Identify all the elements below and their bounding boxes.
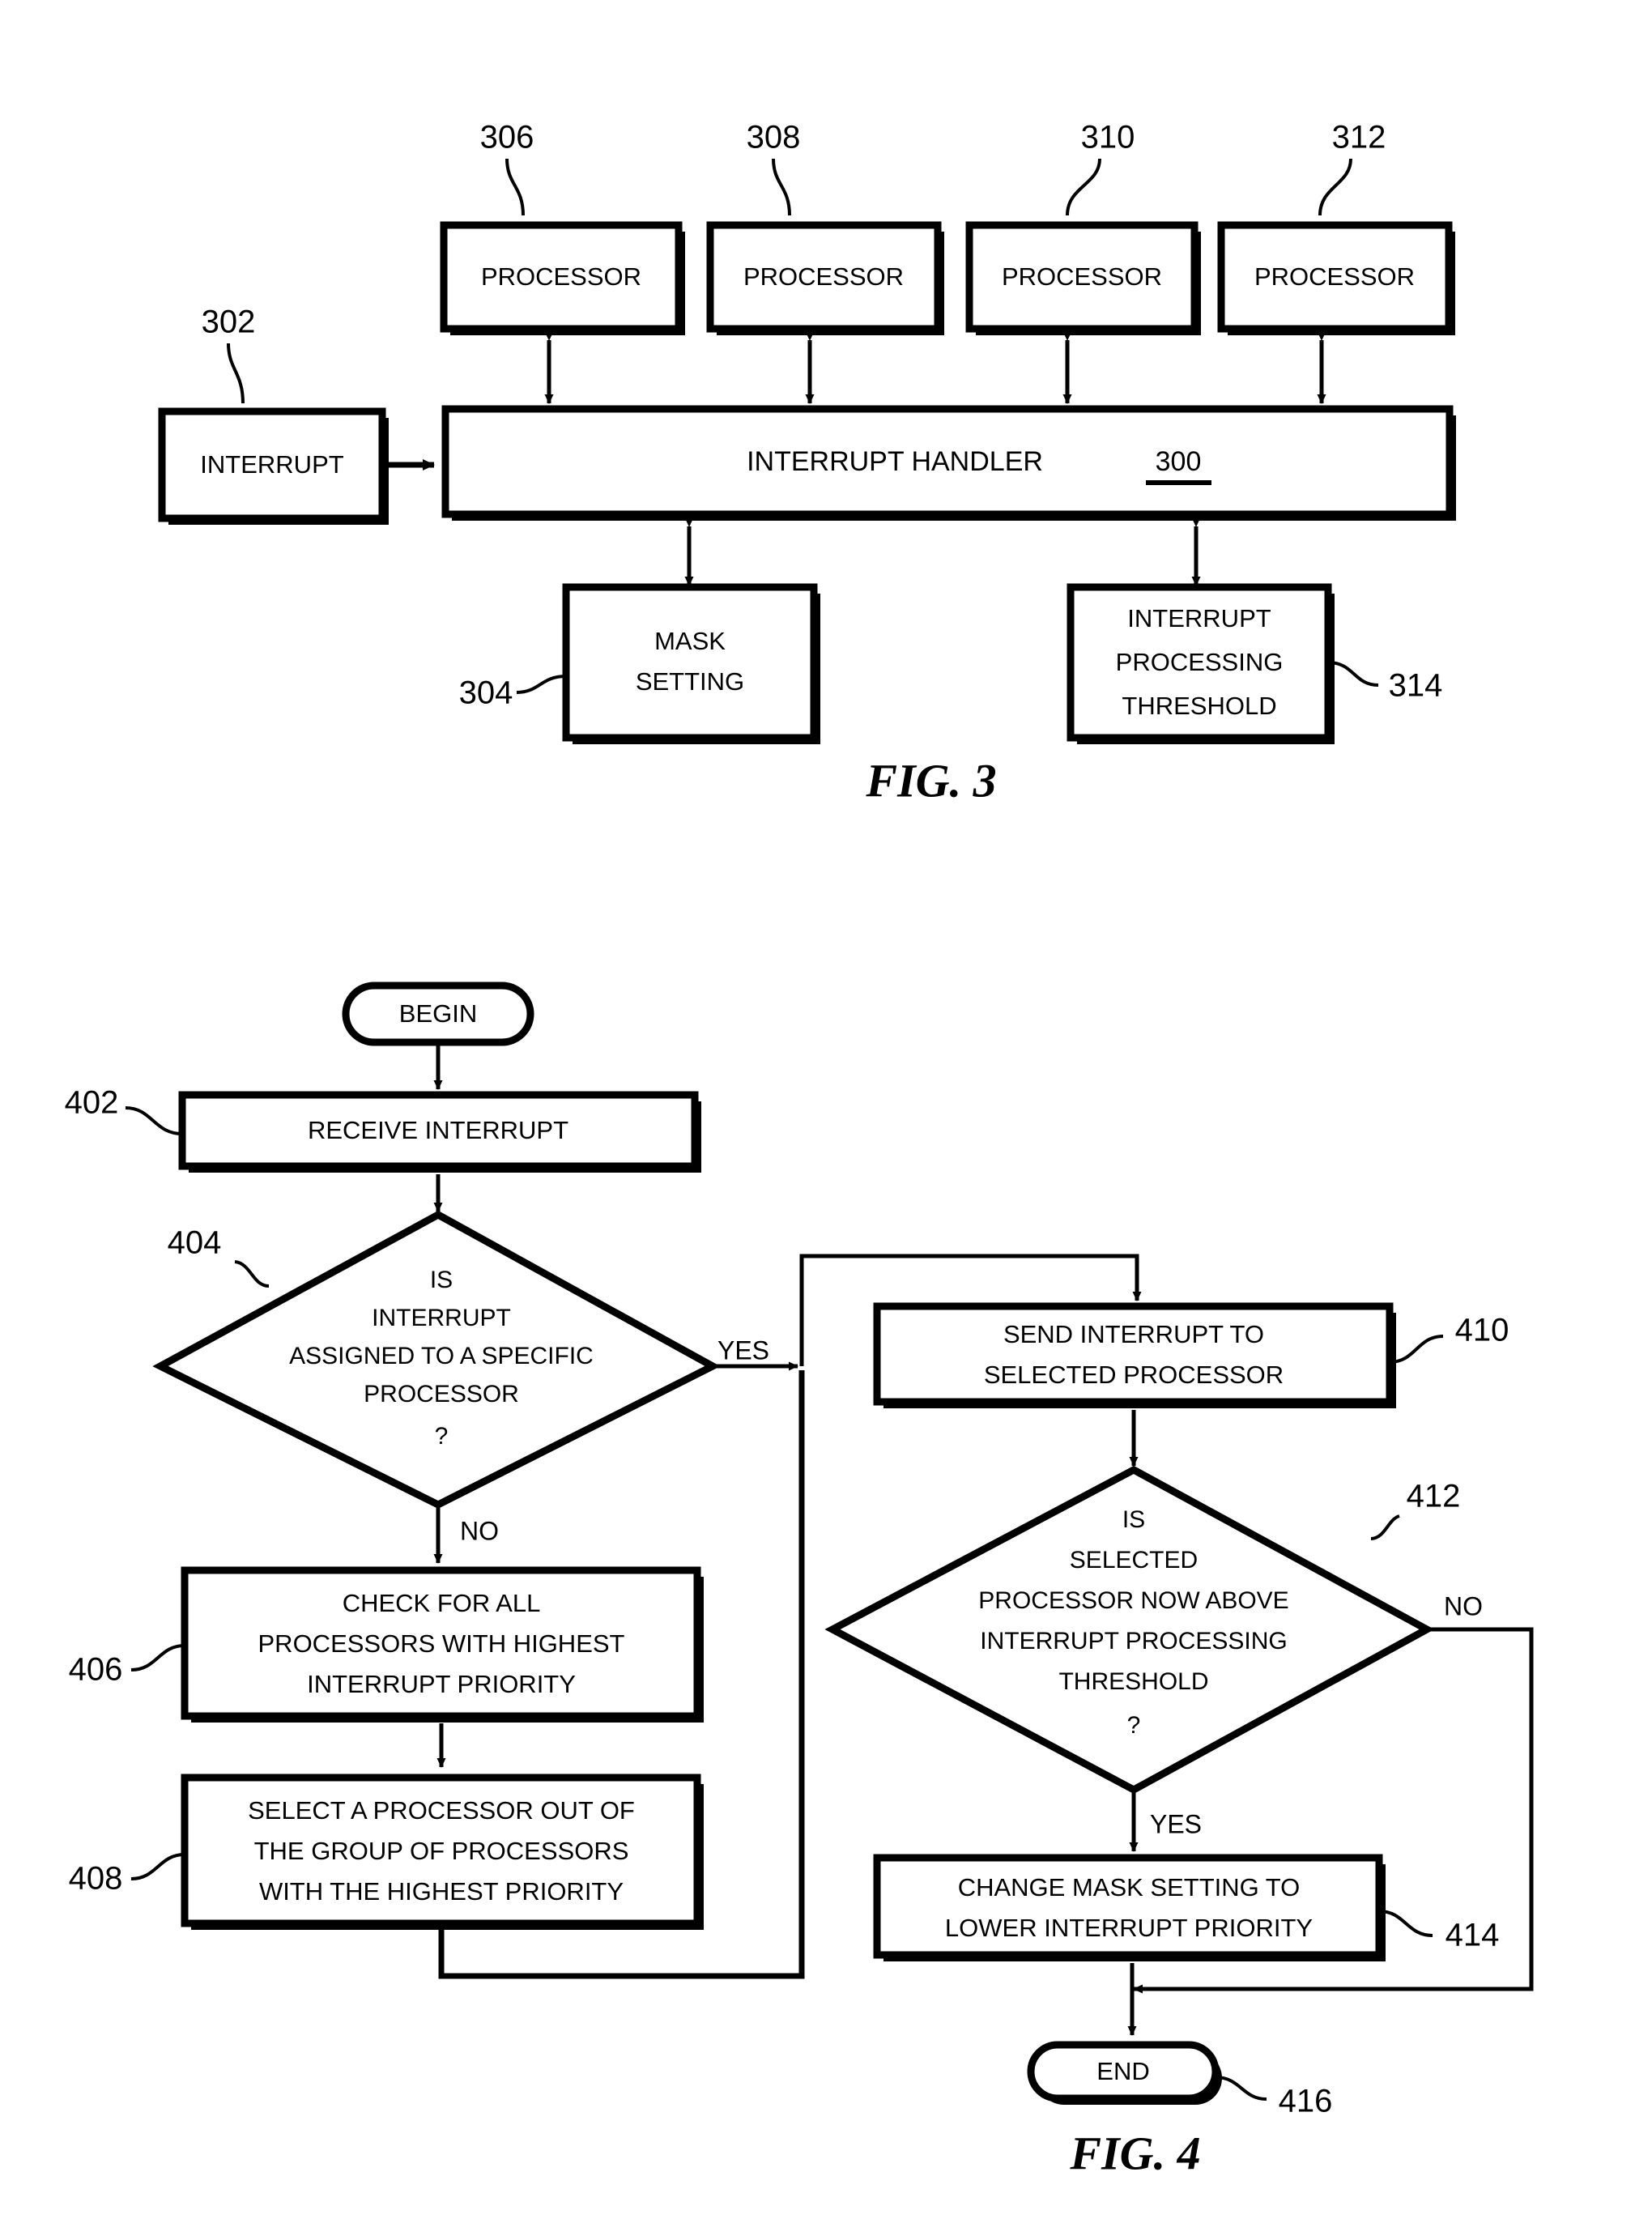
- leader-402: [125, 1106, 183, 1135]
- processor-block-306: PROCESSOR: [440, 221, 685, 335]
- ref-312: 312: [1332, 120, 1386, 155]
- step-402-line-0: RECEIVE INTERRUPT: [308, 1116, 568, 1144]
- ref-414: 414: [1446, 1918, 1500, 1953]
- leader-302: [227, 343, 245, 404]
- leader-408: [130, 1853, 185, 1880]
- figure-4: BEGIN RECEIVE INTERRUPT 402 IS INTERRUPT…: [65, 982, 1534, 2179]
- step-408-line-0: SELECT A PROCESSOR OUT OF: [248, 1796, 635, 1825]
- step-406-box: CHECK FOR ALL PROCESSORS WITH HIGHEST IN…: [181, 1566, 704, 1723]
- processor-306-label: PROCESSOR: [481, 262, 641, 291]
- ref-416: 416: [1279, 2084, 1333, 2119]
- fig3-caption: FIG. 3: [865, 754, 996, 807]
- step-404-line-4: ?: [435, 1423, 449, 1450]
- end-terminal: END: [1027, 2041, 1222, 2105]
- figure-3: PROCESSOR 306 PROCESSOR 308 PROCESSOR 31…: [158, 120, 1456, 807]
- leader-304: [516, 675, 567, 694]
- step-402-box: RECEIVE INTERRUPT: [178, 1091, 701, 1173]
- step-414-box: CHANGE MASK SETTING TO LOWER INTERRUPT P…: [873, 1854, 1386, 1961]
- ref-308: 308: [747, 120, 801, 155]
- step-408-line-1: THE GROUP OF PROCESSORS: [254, 1837, 629, 1865]
- interrupt-block-302: INTERRUPT: [158, 407, 389, 525]
- ref-410: 410: [1455, 1313, 1509, 1348]
- ref-406: 406: [69, 1652, 123, 1688]
- step-404-line-3: PROCESSOR: [364, 1381, 519, 1407]
- begin-terminal: BEGIN: [342, 982, 534, 1046]
- step-404-line-1: INTERRUPT: [372, 1305, 511, 1331]
- ref-402: 402: [65, 1085, 119, 1121]
- step-406-line-0: CHECK FOR ALL: [343, 1589, 541, 1617]
- leader-310: [1066, 158, 1101, 216]
- step-412-no-label: NO: [1444, 1591, 1483, 1620]
- leader-308: [772, 158, 791, 216]
- step-404-no-label: NO: [460, 1516, 499, 1545]
- mask-setting-block-304: MASK SETTING: [562, 583, 820, 744]
- threshold-block-314: INTERRUPT PROCESSING THRESHOLD: [1067, 583, 1335, 744]
- processor-handler-links: [544, 331, 1326, 404]
- leader-314: [1327, 661, 1379, 687]
- processor-block-308: PROCESSOR: [706, 221, 944, 335]
- ref-302: 302: [202, 304, 256, 340]
- ref-404: 404: [168, 1225, 222, 1261]
- step-404-yes-label: YES: [717, 1335, 769, 1365]
- processor-block-310: PROCESSOR: [965, 221, 1201, 335]
- step-412-line-5: ?: [1127, 1712, 1141, 1739]
- processor-312-label: PROCESSOR: [1254, 262, 1415, 291]
- processor-308-label: PROCESSOR: [743, 262, 904, 291]
- processor-block-312: PROCESSOR: [1217, 221, 1455, 335]
- step-408-box: SELECT A PROCESSOR OUT OF THE GROUP OF P…: [181, 1774, 704, 1930]
- step-404-line-2: ASSIGNED TO A SPECIFIC: [289, 1343, 594, 1369]
- leader-306: [505, 158, 525, 216]
- figures-canvas: PROCESSOR 306 PROCESSOR 308 PROCESSOR 31…: [65, 120, 1534, 2179]
- step-412-decision: IS SELECTED PROCESSOR NOW ABOVE INTERRUP…: [824, 1465, 1435, 1795]
- mask-setting-line1: MASK: [654, 627, 726, 655]
- patent-drawing-page: PROCESSOR 306 PROCESSOR 308 PROCESSOR 31…: [0, 0, 1652, 2223]
- interrupt-handler-block-300: INTERRUPT HANDLER 300: [441, 405, 1456, 521]
- ref-314: 314: [1389, 668, 1443, 704]
- ref-412: 412: [1407, 1479, 1461, 1514]
- fig4-caption: FIG. 4: [1069, 2127, 1200, 2179]
- leader-416: [1215, 2076, 1267, 2101]
- leader-406: [130, 1644, 185, 1672]
- step-410-line-0: SEND INTERRUPT TO: [1003, 1320, 1264, 1348]
- threshold-line2: PROCESSING: [1116, 648, 1284, 676]
- interrupt-302-label: INTERRUPT: [200, 450, 343, 479]
- leader-412: [1370, 1514, 1400, 1540]
- threshold-line3: THRESHOLD: [1122, 692, 1276, 720]
- step-412-line-2: PROCESSOR NOW ABOVE: [978, 1587, 1288, 1614]
- ref-306: 306: [480, 120, 534, 155]
- begin-label: BEGIN: [399, 999, 477, 1028]
- step-410-box: SEND INTERRUPT TO SELECTED PROCESSOR: [873, 1302, 1396, 1408]
- ref-408: 408: [69, 1861, 123, 1897]
- threshold-line1: INTERRUPT: [1127, 604, 1271, 632]
- interrupt-handler-label: INTERRUPT HANDLER: [747, 446, 1043, 477]
- step-404-line-0: IS: [430, 1267, 453, 1293]
- step-412-yes-label: YES: [1150, 1809, 1202, 1838]
- step-406-line-2: INTERRUPT PRIORITY: [307, 1670, 576, 1698]
- step-414-line-1: LOWER INTERRUPT PRIORITY: [945, 1914, 1313, 1942]
- step-414-line-0: CHANGE MASK SETTING TO: [958, 1873, 1301, 1901]
- ref-310: 310: [1081, 120, 1135, 155]
- ref-300: 300: [1156, 446, 1202, 477]
- step-412-line-3: INTERRUPT PROCESSING: [980, 1628, 1288, 1654]
- step-406-line-1: PROCESSORS WITH HIGHEST: [258, 1629, 625, 1658]
- step-410-line-1: SELECTED PROCESSOR: [984, 1361, 1284, 1389]
- step-404-decision: IS INTERRUPT ASSIGNED TO A SPECIFIC PROC…: [152, 1210, 721, 1510]
- step-412-line-0: IS: [1122, 1506, 1145, 1533]
- mask-setting-line2: SETTING: [636, 667, 744, 696]
- end-label: END: [1096, 2057, 1149, 2085]
- processor-310-label: PROCESSOR: [1002, 262, 1162, 291]
- leader-312: [1318, 158, 1352, 216]
- leader-414: [1378, 1910, 1433, 1937]
- ref-304: 304: [459, 675, 513, 711]
- step-412-line-4: THRESHOLD: [1058, 1668, 1208, 1695]
- step-408-line-2: WITH THE HIGHEST PRIORITY: [259, 1877, 624, 1906]
- step-412-line-1: SELECTED: [1070, 1547, 1198, 1574]
- leader-410: [1389, 1335, 1444, 1364]
- leader-404: [234, 1260, 270, 1288]
